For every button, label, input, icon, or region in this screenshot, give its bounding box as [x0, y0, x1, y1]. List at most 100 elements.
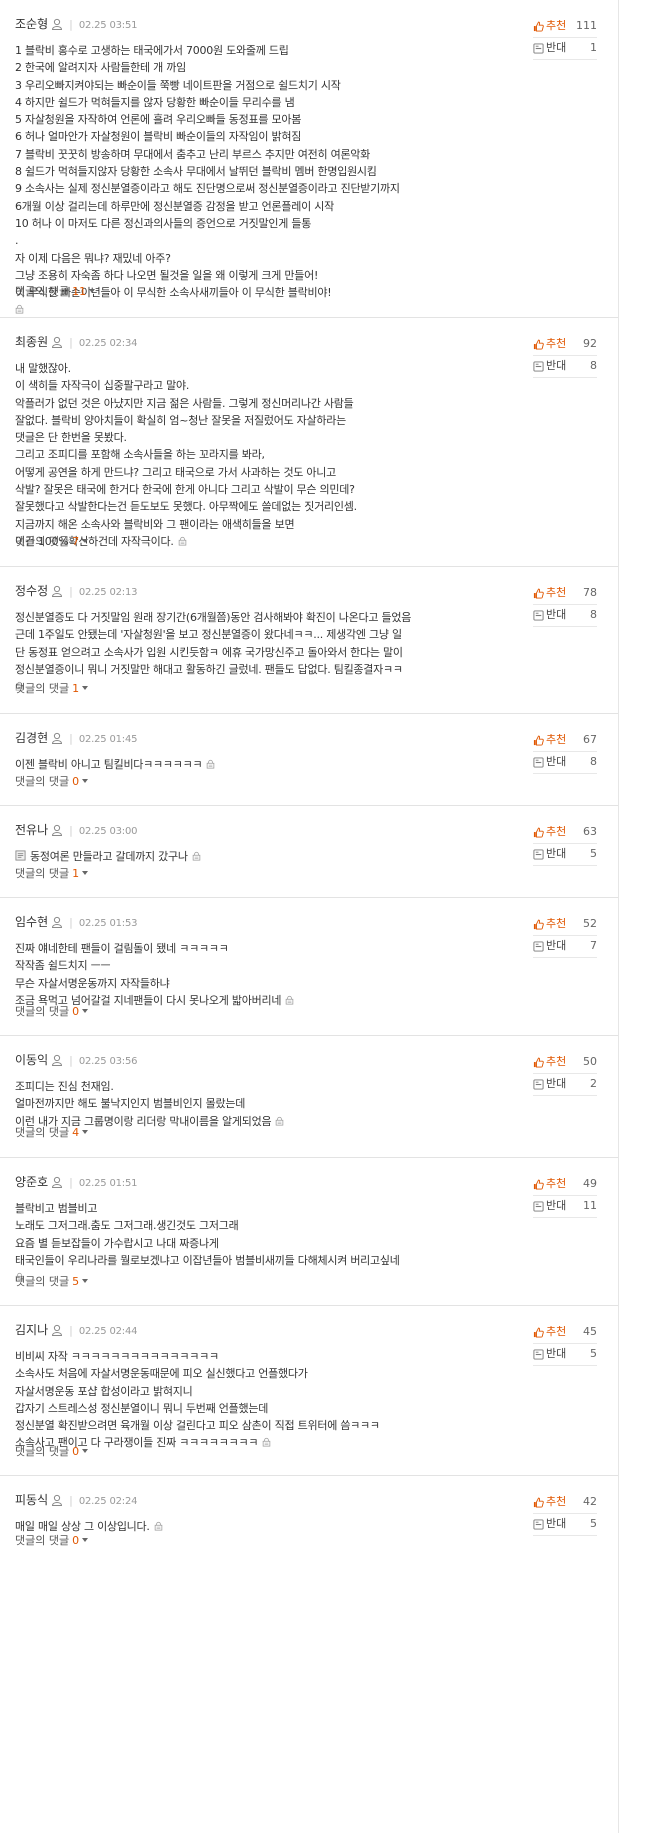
separator: |: [69, 916, 73, 929]
reply-label: 댓글의 댓글: [15, 535, 70, 548]
oppose-button[interactable]: 반대 5: [533, 1514, 597, 1536]
recommend-button[interactable]: 추천 49: [533, 1174, 597, 1196]
comment-line-text: 댓글은 단 한번을 못봤다.: [15, 431, 127, 445]
comment-author[interactable]: 정수정: [15, 584, 48, 598]
thumbs-up-icon: [533, 588, 544, 599]
comment-body: 조피디는 진심 천재임. 얼마전까지만 해도 불낙지인지 범블비인지 몰랐는데 이런…: [15, 1078, 470, 1130]
separator: |: [69, 824, 73, 837]
reply-count: 0: [72, 775, 80, 788]
comment-line: 갑자기 스트레스성 정신분열이니 뭐니 두번째 언플했는데: [15, 1400, 470, 1417]
reply-count: 0: [72, 1005, 80, 1018]
oppose-button[interactable]: 반대 7: [533, 936, 597, 958]
oppose-button[interactable]: 반대 2: [533, 1074, 597, 1096]
user-icon: [52, 1494, 63, 1506]
comment-date: 02.25 03:56: [78, 1056, 138, 1067]
comment-line: 지금까지 해온 소속사와 블락비와 그 팬이라는 애색히들을 보면: [15, 516, 470, 533]
recommend-button[interactable]: 추천 45: [533, 1322, 597, 1344]
comment-body: 비비씨 자작 ㅋㅋㅋㅋㅋㅋㅋㅋㅋㅋㅋㅋㅋㅋㅋ 소속사도 처음에 자살서명운동때문에…: [15, 1348, 470, 1452]
reply-toggle[interactable]: 댓글의 댓글 1: [15, 680, 89, 696]
oppose-button[interactable]: 반대 8: [533, 752, 597, 774]
comment-line-text: 정신분열증도 다 거짓말임 원래 장기간(6개월쯤)동안 검사해봐야 확진이 나…: [15, 611, 412, 624]
comment-author[interactable]: 김지나: [15, 1323, 48, 1337]
thumbs-down-icon: [533, 757, 544, 768]
comment-line: 9 소속사는 실제 정신분열증이라고 해도 진단명으로써 정신분열증이라고 진단…: [15, 180, 470, 197]
comment-line-text: 9 소속사는 실제 정신분열증이라고 해도 진단명으로써 정신분열증이라고 진단…: [15, 182, 400, 196]
comment-date: 02.25 03:00: [78, 826, 138, 837]
separator: |: [69, 1054, 73, 1067]
comment-line: 이젠 블락비 아니고 팀킬비다ㅋㅋㅋㅋㅋㅋ: [15, 756, 470, 773]
recommend-button[interactable]: 추천 78: [533, 583, 597, 605]
oppose-button[interactable]: 반대 11: [533, 1196, 597, 1218]
reply-toggle[interactable]: 댓글의 댓글 1: [15, 865, 89, 881]
oppose-button[interactable]: 반대 8: [533, 356, 597, 378]
oppose-label: 반대: [546, 1517, 567, 1530]
comment-author[interactable]: 조순형: [15, 17, 48, 31]
comment-author[interactable]: 양준호: [15, 1175, 48, 1189]
recommend-label: 추천: [546, 1055, 567, 1068]
oppose-button[interactable]: 반대 1: [533, 38, 597, 60]
lock-icon: [285, 995, 294, 1005]
recommend-button[interactable]: 추천 67: [533, 730, 597, 752]
reply-toggle[interactable]: 댓글의 댓글 7: [15, 533, 89, 549]
comment-header: 김경현 | 02.25 01:45: [15, 729, 137, 747]
thumbs-up-icon: [533, 827, 544, 838]
reply-toggle[interactable]: 댓글의 댓글 11: [15, 283, 96, 299]
oppose-button[interactable]: 반대 5: [533, 1344, 597, 1366]
comment-body: 이젠 블락비 아니고 팀킬비다ㅋㅋㅋㅋㅋㅋ: [15, 756, 470, 773]
comment-line-text: 7 블락비 꿋꿋히 방송하며 무대에서 춤추고 난리 부르스 추지만 여전히 여…: [15, 147, 371, 161]
comment-body: 내 말했잖아. 이 색히들 자작극이 십중팔구라고 말야. 악플러가 없던 것은 아…: [15, 360, 470, 550]
comment-line-text: 4 하지만 쉴드가 먹혀들지를 않자 당황한 빠순이들 무리수를 냄: [15, 95, 295, 109]
comment-header: 양준호 | 02.25 01:51: [15, 1173, 137, 1191]
oppose-button[interactable]: 반대 8: [533, 605, 597, 627]
comment-author[interactable]: 김경현: [15, 731, 48, 745]
reply-toggle[interactable]: 댓글의 댓글 0: [15, 1443, 89, 1459]
thumbs-up-icon: [533, 1179, 544, 1190]
comment-line: 자살서명운동 포샵 합성이라고 밝혀지니: [15, 1383, 470, 1400]
reply-toggle[interactable]: 댓글의 댓글 4: [15, 1124, 89, 1140]
comment-author[interactable]: 임수현: [15, 915, 48, 929]
oppose-label: 반대: [546, 1077, 567, 1090]
comment-line-text: 정신분열 확진받으려면 육개월 이상 걸린다고 피오 삼촌이 직접 트위터에 씀…: [15, 1419, 380, 1433]
reply-count: 0: [72, 1534, 80, 1547]
oppose-count: 8: [590, 359, 597, 372]
comment-line-text: 3 우리오빠지켜야되는 빠순이들 쭉빵 네이트판을 거점으로 쉴드치기 시작: [15, 78, 341, 92]
recommend-button[interactable]: 추천 52: [533, 914, 597, 936]
chevron-down-icon: [82, 871, 89, 875]
thumbs-down-icon: [533, 1519, 544, 1530]
comment-item: 임수현 | 02.25 01:53 진짜 얘네한테 팬들이 걸림돌이 됐네 ㅋㅋㅋㅋㅋ…: [0, 898, 618, 1036]
recommend-button[interactable]: 추천 111: [533, 16, 597, 38]
recommend-button[interactable]: 추천 42: [533, 1492, 597, 1514]
recommend-button[interactable]: 추천 92: [533, 334, 597, 356]
comment-line-text: 블락비고 범블비고: [15, 1202, 98, 1215]
comment-line-text: 얼마전까지만 해도 불낙지인지 범블비인지 몰랐는데: [15, 1097, 246, 1111]
comment-item: 이동익 | 02.25 03:56 조피디는 진심 천재임. 얼마전까지만 해도 불낙지…: [0, 1036, 618, 1158]
recommend-count: 63: [583, 825, 597, 838]
comment-line-text: 이 색히들 자작극이 십중팔구라고 말야.: [15, 379, 190, 393]
recommend-button[interactable]: 추천 50: [533, 1052, 597, 1074]
reply-toggle[interactable]: 댓글의 댓글 0: [15, 1003, 89, 1019]
oppose-count: 8: [590, 608, 597, 621]
comment-line-text: 단 동정표 얻으려고 소속사가 입원 시킨듯함ㅋ 에휴 국가망신주고 돌아와서 …: [15, 645, 403, 659]
reply-toggle[interactable]: 댓글의 댓글 5: [15, 1273, 89, 1289]
reply-toggle[interactable]: 댓글의 댓글 0: [15, 1532, 89, 1548]
reply-toggle[interactable]: 댓글의 댓글 0: [15, 773, 89, 789]
comment-date: 02.25 02:13: [78, 587, 138, 598]
recommend-button[interactable]: 추천 63: [533, 822, 597, 844]
thumbs-up-icon: [533, 1327, 544, 1338]
comment-date: 02.25 02:34: [78, 338, 138, 349]
thumbs-down-icon: [533, 1349, 544, 1360]
comment-header: 피동식 | 02.25 02:24: [15, 1491, 137, 1509]
oppose-button[interactable]: 반대 5: [533, 844, 597, 866]
chevron-down-icon: [82, 686, 89, 690]
comment-author[interactable]: 전유나: [15, 823, 48, 837]
comment-author[interactable]: 이동익: [15, 1053, 48, 1067]
vote-box: 추천 67 반대 8: [533, 730, 597, 774]
comment-author[interactable]: 피동식: [15, 1493, 48, 1507]
comment-line: 8 쉴드가 먹혀들지않자 당황한 소속사 무대에서 날뛰던 블락비 멤버 한명입…: [15, 163, 470, 180]
chevron-down-icon: [82, 1449, 89, 1453]
chevron-down-icon: [82, 1538, 89, 1542]
comment-author[interactable]: 최종원: [15, 335, 48, 349]
comment-header: 김지나 | 02.25 02:44: [15, 1321, 137, 1339]
comment-line-text: 10 허나 이 마저도 다른 정신과의사들의 증언으로 거짓말인게 들통: [15, 216, 312, 230]
thumbs-down-icon: [533, 610, 544, 621]
